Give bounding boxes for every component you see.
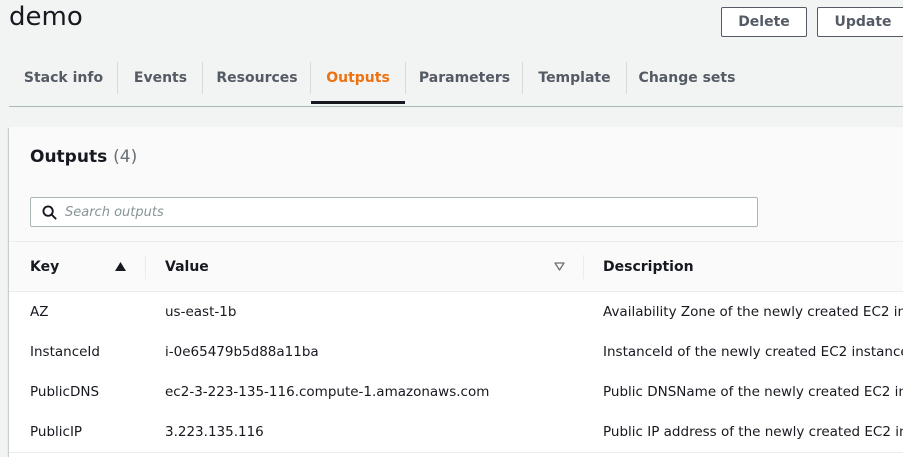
search-icon [41,204,57,220]
tab-template[interactable]: Template [523,52,626,104]
outputs-panel: Outputs (4) Key Value Description AZ us- [9,127,903,457]
tab-bar: Stack info Events Resources Outputs Para… [9,52,903,107]
table-row: InstanceId i-0e65479b5d88a11ba InstanceI… [9,332,903,373]
sort-caret-down-icon[interactable] [554,242,565,291]
cell-key: AZ [30,304,49,320]
sort-ascending-icon[interactable] [115,242,126,291]
outputs-count: (4) [113,147,138,167]
outputs-panel-header: Outputs (4) [9,127,903,242]
table-row: PublicIP 3.223.135.116 Public IP address… [9,412,903,453]
update-button[interactable]: Update [817,7,903,37]
column-divider [583,255,584,279]
cell-key: PublicDNS [30,384,100,400]
tab-events[interactable]: Events [118,52,203,104]
cell-description: Public IP address of the newly created E… [603,424,903,440]
column-divider [145,255,146,279]
column-header-description[interactable]: Description [603,242,694,291]
search-box[interactable] [30,197,758,227]
table-row: AZ us-east-1b Availability Zone of the n… [9,292,903,333]
table-row: PublicDNS ec2-3-223-135-116.compute-1.am… [9,372,903,413]
search-input[interactable] [65,204,745,220]
cell-description: Availability Zone of the newly created E… [603,304,903,320]
column-header-value[interactable]: Value [165,242,209,291]
tab-change-sets[interactable]: Change sets [627,52,747,104]
page-title: demo [9,2,83,32]
cell-description: InstanceId of the newly created EC2 inst… [603,344,903,360]
delete-button[interactable]: Delete [721,7,807,37]
tab-parameters[interactable]: Parameters [406,52,523,104]
cell-value: us-east-1b [165,304,237,320]
cell-value: 3.223.135.116 [165,424,264,440]
outputs-title: Outputs [30,147,108,167]
cell-value: ec2-3-223-135-116.compute-1.amazonaws.co… [165,384,490,400]
column-header-key[interactable]: Key [30,242,59,291]
cell-description: Public DNSName of the newly created EC2 … [603,384,903,400]
tab-outputs[interactable]: Outputs [311,53,405,104]
outputs-heading: Outputs (4) [30,146,137,168]
table-header: Key Value Description [9,242,903,292]
cell-value: i-0e65479b5d88a11ba [165,344,319,360]
tab-resources[interactable]: Resources [203,52,311,104]
tab-stack-info[interactable]: Stack info [9,52,118,104]
cell-key: PublicIP [30,424,83,440]
cell-key: InstanceId [30,344,100,360]
